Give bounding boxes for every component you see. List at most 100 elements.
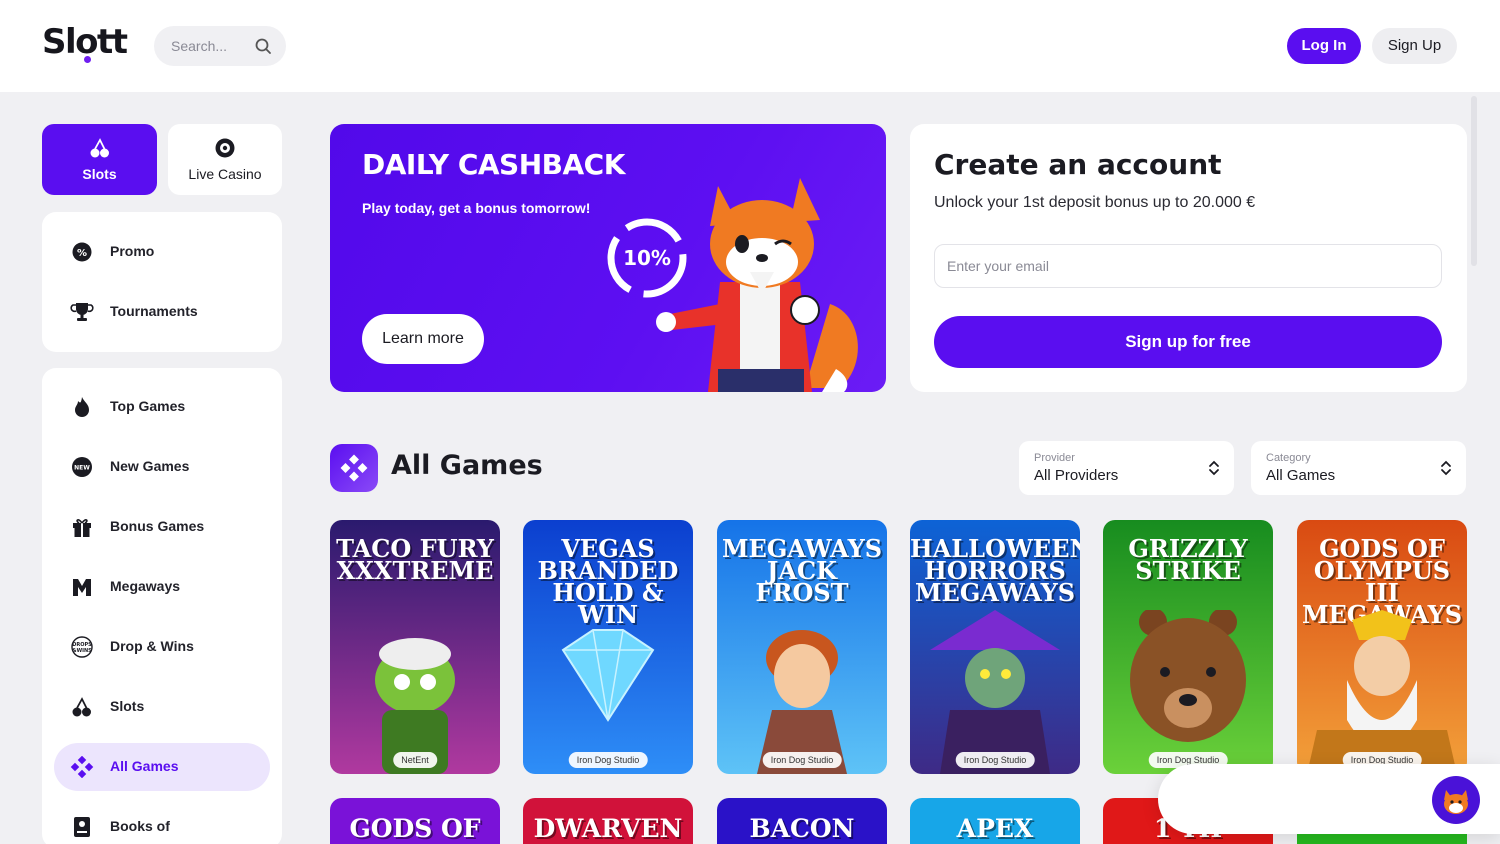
game-title: TACO FURY XXXTREME — [336, 534, 494, 585]
roulette-icon — [215, 138, 235, 158]
game-title: APEX — [956, 814, 1034, 843]
page-scrollbar[interactable] — [1471, 96, 1477, 266]
search-input[interactable]: Search... — [171, 38, 227, 54]
sidebar-item-books-of[interactable]: Books of — [54, 803, 270, 844]
login-button[interactable]: Log In — [1287, 28, 1361, 64]
chevron-up-down-icon — [1441, 460, 1451, 476]
provider-select-label: Provider — [1034, 452, 1075, 464]
email-field[interactable] — [934, 244, 1442, 288]
sidebar-item-drop-wins[interactable]: DROPS &WINS Drop & Wins — [54, 623, 270, 671]
all-games-section-icon — [330, 444, 378, 492]
game-artwork — [930, 610, 1060, 774]
sidebar-item-bonus-games[interactable]: Bonus Games — [54, 503, 270, 551]
game-artwork — [757, 630, 847, 774]
chat-button[interactable] — [1432, 776, 1480, 824]
sidebar-promo-card: % Promo Tournaments — [42, 212, 282, 352]
tab-slots[interactable]: Slots — [42, 124, 157, 195]
game-tile-2[interactable]: MEGAWAYS JACK FROST Iron Dog Studio — [717, 520, 887, 774]
sidebar-games-card: Top Games NEW New Games Bonus Games Mega… — [42, 368, 282, 844]
cherries-icon — [72, 697, 91, 717]
svg-text:&WINS: &WINS — [72, 648, 92, 654]
megaways-icon — [73, 579, 91, 596]
promo-icon: % — [72, 242, 92, 262]
game-title: MEGAWAYS JACK FROST — [721, 534, 883, 607]
gift-icon — [73, 519, 91, 537]
provider-badge: Iron Dog Studio — [762, 752, 842, 768]
game-title: GRIZZLY STRIKE — [1128, 534, 1248, 585]
game-artwork — [375, 638, 455, 774]
game-title: BACON — [749, 814, 855, 843]
signup-subtitle: Unlock your 1st deposit bonus up to 20.0… — [934, 194, 1256, 211]
search-icon[interactable] — [254, 37, 272, 55]
sidebar-item-label: Drop & Wins — [110, 638, 194, 654]
create-account-card: Create an account Unlock your 1st deposi… — [910, 124, 1467, 392]
category-select-value: All Games — [1266, 467, 1336, 484]
game-tile-7[interactable]: DWARVEN — [523, 798, 693, 844]
promo-title: DAILY CASHBACK — [362, 148, 625, 181]
trophy-icon — [70, 303, 94, 321]
svg-text:NEW: NEW — [74, 465, 90, 472]
sidebar-item-top-games[interactable]: Top Games — [54, 383, 270, 431]
top-header: Slott Search... Log In Sign Up — [0, 0, 1500, 92]
sidebar-item-megaways[interactable]: Megaways — [54, 563, 270, 611]
game-title: HALLOWEEN HORRORS MEGAWAYS — [910, 534, 1080, 607]
drops-wins-icon: DROPS&WINS — [71, 636, 93, 658]
cherries-icon — [90, 138, 109, 158]
tab-live-casino-label: Live Casino — [188, 166, 262, 182]
sidebar-item-label: Bonus Games — [110, 518, 205, 534]
logo-dot — [84, 56, 91, 63]
game-tile-5[interactable]: GODS OF OLYMPUS III MEGAWAYS Iron Dog St… — [1297, 520, 1467, 774]
promo-subtitle: Play today, get a bonus tomorrow! — [362, 200, 591, 216]
provider-select-value: All Providers — [1034, 467, 1119, 484]
signup-button[interactable]: Sign Up — [1372, 28, 1457, 64]
all-games-icon — [70, 756, 94, 778]
game-artwork — [1130, 610, 1246, 742]
sidebar-item-tournaments[interactable]: Tournaments — [54, 288, 270, 336]
sidebar-item-label: All Games — [110, 758, 179, 774]
game-tile-6[interactable]: GODS OF — [330, 798, 500, 844]
category-select-label: Category — [1266, 452, 1311, 464]
all-games-heading: All Games — [391, 450, 543, 481]
sidebar-item-label: Top Games — [110, 398, 186, 414]
fire-icon — [75, 397, 89, 417]
game-title: DWARVEN — [533, 814, 683, 843]
sidebar-item-promo[interactable]: % Promo — [54, 228, 270, 276]
sidebar-item-label: Books of — [110, 818, 170, 834]
game-tile-9[interactable]: APEX — [910, 798, 1080, 844]
provider-badge: Iron Dog Studio — [568, 752, 648, 768]
game-tile-8[interactable]: BACON — [717, 798, 887, 844]
sidebar-item-label: Megaways — [110, 578, 181, 594]
sign-up-for-free-button[interactable]: Sign up for free — [934, 316, 1442, 368]
game-title: GODS OF — [349, 814, 481, 843]
fox-chat-icon — [1444, 790, 1468, 814]
cashback-percent-badge: 10% — [623, 246, 671, 270]
game-artwork — [561, 629, 655, 722]
chevron-up-down-icon — [1209, 460, 1219, 476]
new-badge-icon: NEW — [72, 457, 92, 477]
sidebar-item-label: New Games — [110, 458, 190, 474]
search-box[interactable]: Search... — [154, 26, 286, 66]
sidebar-item-label: Tournaments — [110, 303, 198, 319]
tab-live-casino[interactable]: Live Casino — [168, 124, 282, 195]
sidebar-item-new-games[interactable]: NEW New Games — [54, 443, 270, 491]
book-icon — [74, 817, 90, 837]
provider-badge: Iron Dog Studio — [955, 752, 1035, 768]
svg-text:%: % — [77, 248, 87, 259]
provider-select[interactable]: Provider All Providers — [1019, 441, 1234, 495]
game-tile-0[interactable]: TACO FURY XXXTREME NetEnt — [330, 520, 500, 774]
game-tile-3[interactable]: HALLOWEEN HORRORS MEGAWAYS Iron Dog Stud… — [910, 520, 1080, 774]
signup-title: Create an account — [934, 148, 1222, 181]
daily-cashback-banner[interactable]: DAILY CASHBACK Play today, get a bonus t… — [330, 124, 886, 392]
game-tile-1[interactable]: VEGAS BRANDED HOLD & WIN Iron Dog Studio — [523, 520, 693, 774]
provider-badge: NetEnt — [393, 752, 437, 768]
game-tile-4[interactable]: GRIZZLY STRIKE Iron Dog Studio — [1103, 520, 1273, 774]
category-select[interactable]: Category All Games — [1251, 441, 1466, 495]
game-artwork — [1307, 610, 1457, 774]
fox-mascot-illustration: 10% — [607, 178, 858, 392]
sidebar-item-all-games[interactable]: All Games — [54, 743, 270, 791]
sidebar-item-label: Slots — [110, 698, 145, 714]
learn-more-button[interactable]: Learn more — [362, 314, 484, 364]
sidebar-item-slots[interactable]: Slots — [54, 683, 270, 731]
all-games-icon — [340, 454, 368, 482]
tab-slots-label: Slots — [82, 166, 117, 182]
